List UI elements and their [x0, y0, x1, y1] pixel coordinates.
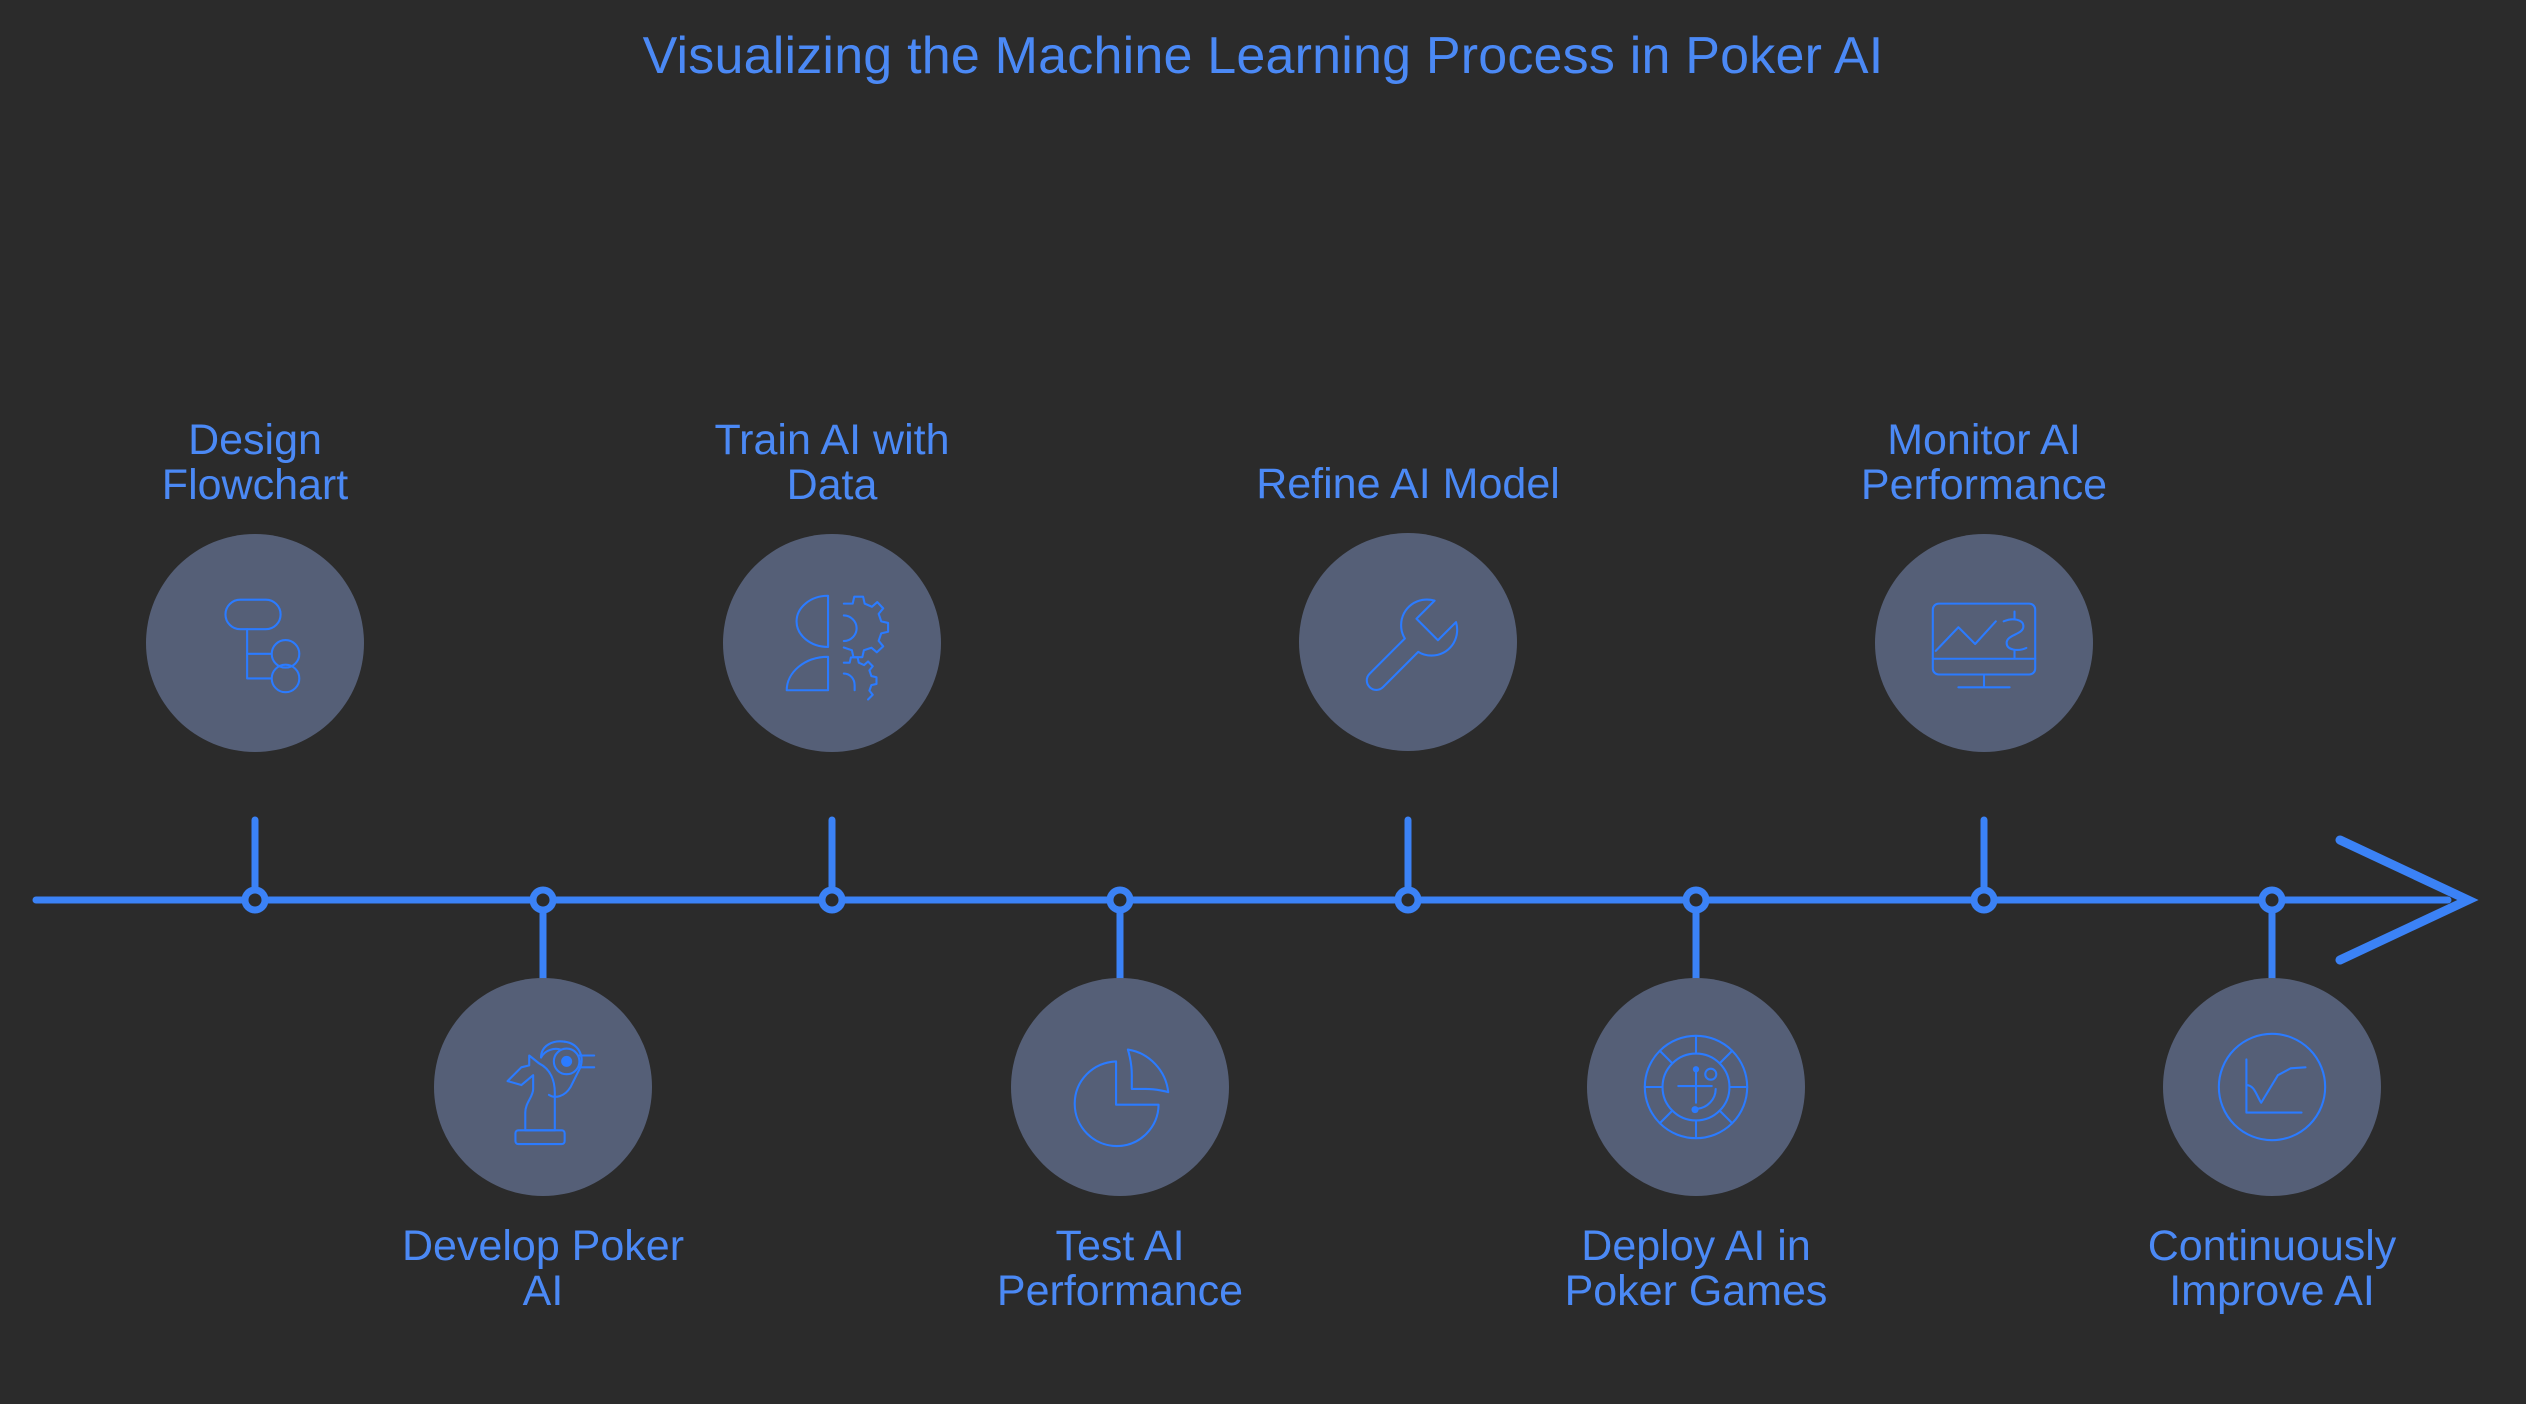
milestone-continuously-improve-ai[interactable]: Continuously Improve AI — [2042, 978, 2502, 1314]
milestone-refine-ai-model[interactable]: Refine AI Model — [1178, 459, 1638, 751]
milestone-test-ai-performance[interactable]: Test AI Performance — [890, 978, 1350, 1314]
growth-circle-icon — [2209, 1024, 2335, 1150]
timeline-arrowhead — [2335, 835, 2479, 965]
milestone-label-8: Continuously Improve AI — [2147, 1222, 2397, 1316]
milestone-label-2: Develop Poker AI — [401, 1222, 685, 1316]
pie-chart-icon — [1057, 1024, 1183, 1150]
chess-knight-ai-icon — [480, 1024, 606, 1150]
milestone-label-5: Refine AI Model — [1256, 459, 1560, 508]
timeline-node-2 — [529, 886, 557, 914]
milestone-label-4: Test AI Performance — [996, 1222, 1244, 1316]
milestone-train-ai-with-data[interactable]: Train AI with Data — [602, 415, 1062, 752]
milestone-label-3: Train AI with Data — [714, 415, 950, 509]
icon-bubble-5[interactable] — [1299, 533, 1517, 751]
timeline-node-7 — [1970, 886, 1998, 914]
icon-bubble-8[interactable] — [2163, 978, 2381, 1196]
page-title: Visualizing the Machine Learning Process… — [642, 27, 1884, 85]
timeline-node-3 — [818, 886, 846, 914]
timeline-node-8 — [2258, 886, 2286, 914]
timeline-diagram: Visualizing the Machine Learning Process… — [0, 0, 2526, 1404]
icon-bubble-3[interactable] — [723, 534, 941, 752]
timeline-node-6 — [1682, 886, 1710, 914]
timeline-node-5 — [1394, 886, 1422, 914]
icon-bubble-7[interactable] — [1875, 534, 2093, 752]
monitor-chart-dollar-icon — [1921, 580, 2047, 706]
flowchart-icon — [192, 580, 318, 706]
head-gears-icon — [769, 580, 895, 706]
timeline-node-4 — [1106, 886, 1134, 914]
icon-bubble-4[interactable] — [1011, 978, 1229, 1196]
timeline-node-1 — [241, 886, 269, 914]
milestone-design-flowchart[interactable]: Design Flowchart — [25, 415, 485, 752]
wrench-icon — [1345, 579, 1471, 705]
milestone-deploy-ai-poker-games[interactable]: Deploy AI in Poker Games — [1466, 978, 1926, 1314]
icon-bubble-2[interactable] — [434, 978, 652, 1196]
milestone-label-1: Design Flowchart — [161, 415, 349, 509]
milestone-label-6: Deploy AI in Poker Games — [1564, 1222, 1828, 1316]
milestone-develop-poker-ai[interactable]: Develop Poker AI — [313, 978, 773, 1314]
poker-chip-icon — [1633, 1024, 1759, 1150]
icon-bubble-1[interactable] — [146, 534, 364, 752]
milestone-label-7: Monitor AI Performance — [1860, 415, 2108, 509]
milestone-monitor-ai-performance[interactable]: Monitor AI Performance — [1754, 415, 2214, 752]
icon-bubble-6[interactable] — [1587, 978, 1805, 1196]
